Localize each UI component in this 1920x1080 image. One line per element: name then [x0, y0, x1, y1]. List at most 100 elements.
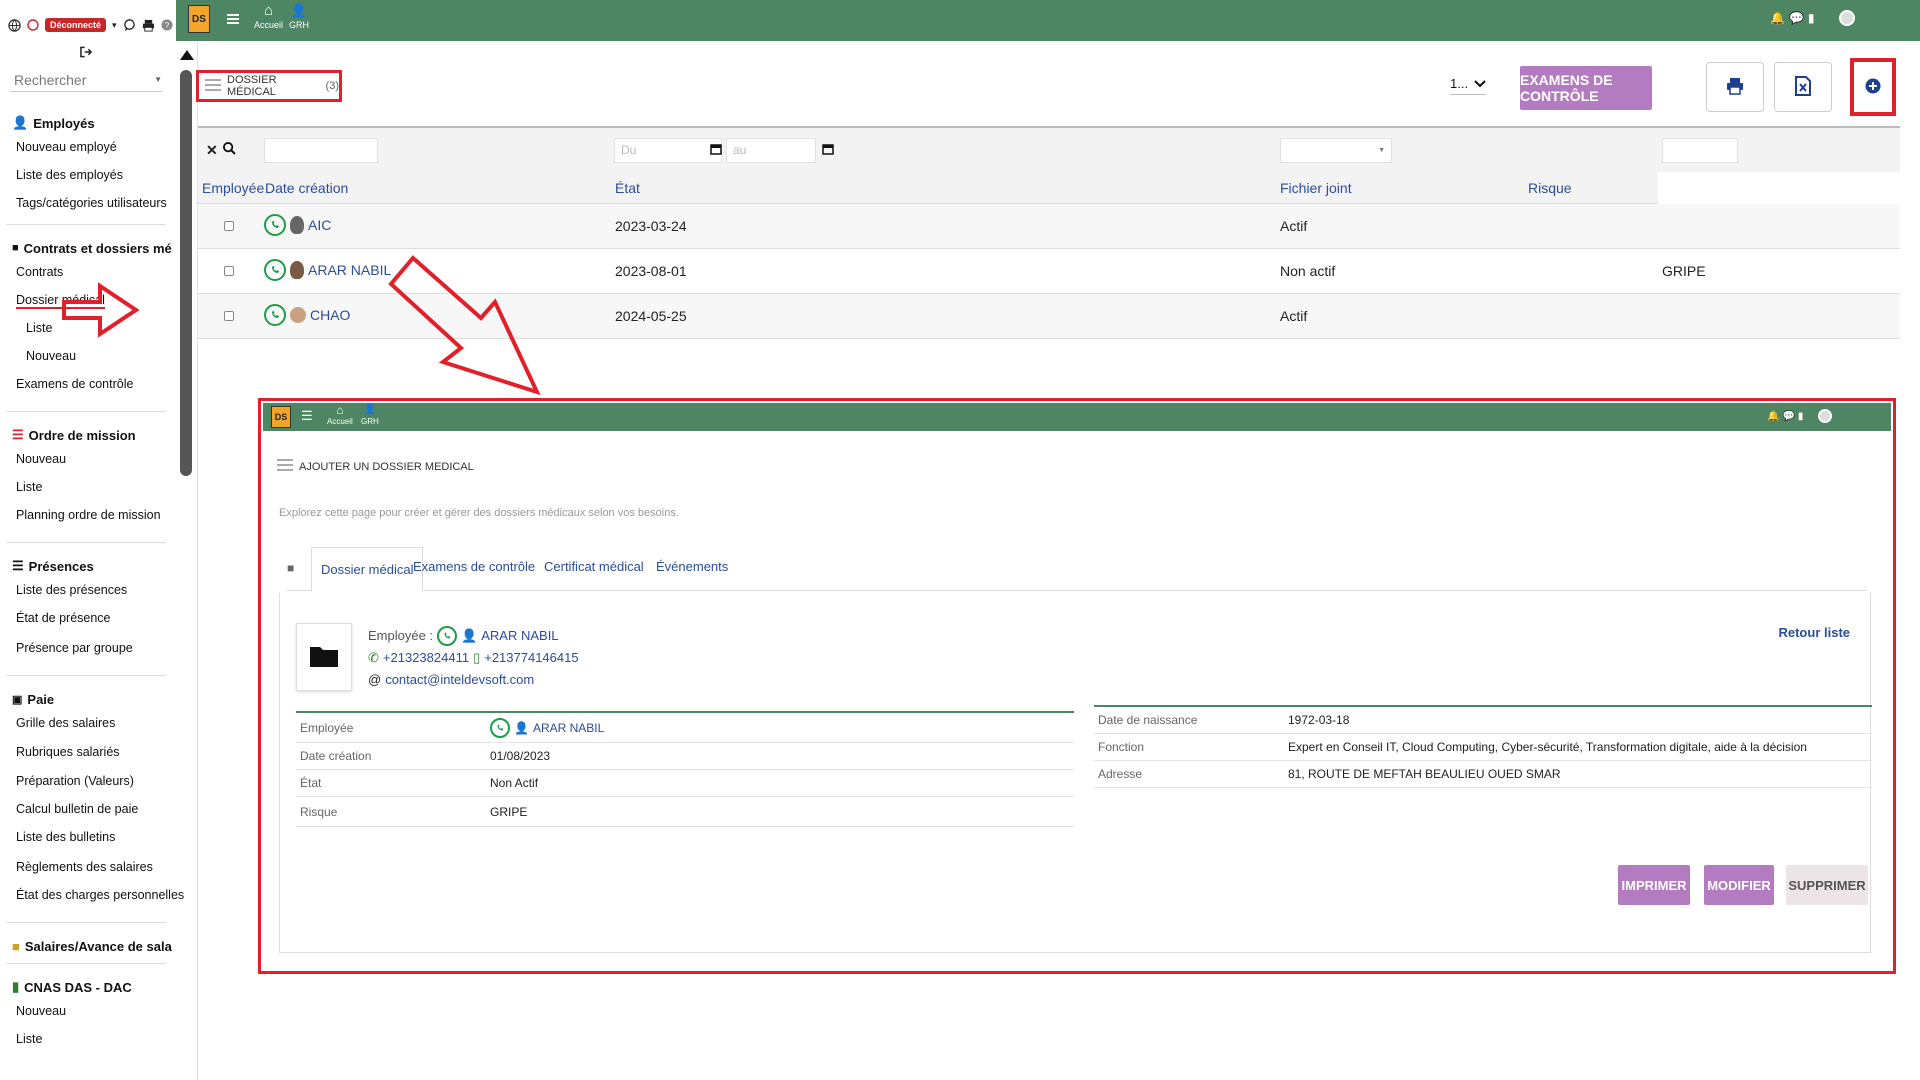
- nav-home: ⌂ Accueil: [327, 403, 353, 426]
- date-from-input[interactable]: Du: [614, 138, 722, 163]
- nav-home[interactable]: ⌂ Accueil: [254, 2, 283, 30]
- wallet-icon: ■: [12, 938, 20, 954]
- column-header[interactable]: Date création: [265, 180, 348, 196]
- back-to-list-link[interactable]: Retour liste: [1778, 625, 1850, 640]
- detail-key: Date de naissance: [1098, 713, 1198, 727]
- column-header[interactable]: Risque: [1528, 180, 1572, 196]
- calendar-icon[interactable]: [822, 143, 834, 158]
- chat-icon[interactable]: 💬: [1789, 11, 1804, 25]
- section-cnas[interactable]: ▮ CNAS DAS - DAC: [0, 970, 172, 1004]
- user-icon: 👤: [461, 628, 478, 643]
- sidebar-item-om-nouveau[interactable]: Nouveau: [0, 452, 172, 480]
- sidebar-item-etat-presence[interactable]: État de présence: [0, 611, 172, 641]
- add-record-button[interactable]: [1850, 58, 1896, 116]
- sidebar-item-om-planning[interactable]: Planning ordre de mission: [0, 508, 172, 542]
- export-excel-button[interactable]: [1774, 62, 1832, 112]
- clear-filter-icon[interactable]: ✕: [206, 142, 218, 159]
- detail-row: Fonction Expert en Conseil IT, Cloud Comp…: [1094, 734, 1872, 761]
- sidebar-item-calcul[interactable]: Calcul bulletin de paie: [0, 802, 172, 830]
- employee-filter-input[interactable]: [264, 138, 378, 163]
- search-input[interactable]: Rechercher ▼: [10, 68, 162, 92]
- tab-examens-controle[interactable]: Examens de contrôle: [413, 559, 535, 574]
- exams-button[interactable]: EXAMENS DE CONTRÔLE: [1520, 66, 1652, 110]
- search-icon[interactable]: [223, 142, 236, 155]
- app-logo[interactable]: DS: [188, 5, 210, 33]
- row-checkbox[interactable]: [224, 221, 234, 231]
- section-presences[interactable]: ☰ Présences: [0, 549, 172, 583]
- email-link[interactable]: contact@inteldevsoft.com: [385, 669, 534, 691]
- employee-info: Employée : 👤 ARAR NABIL ✆ +21323824411 ▯…: [368, 625, 579, 691]
- print-icon[interactable]: [142, 19, 155, 32]
- sidebar-item-cnas-liste[interactable]: Liste: [0, 1032, 172, 1060]
- sidebar-scrollbar[interactable]: [180, 70, 192, 476]
- etat-filter-select[interactable]: ▼: [1280, 138, 1392, 163]
- whatsapp-icon[interactable]: [27, 19, 39, 31]
- print-dossier-button[interactable]: IMPRIMER: [1618, 865, 1690, 905]
- sidebar-item-liste-employes[interactable]: Liste des employés: [0, 168, 172, 196]
- sidebar-item-liste-bulletins[interactable]: Liste des bulletins: [0, 830, 172, 860]
- column-header[interactable]: État: [615, 180, 640, 196]
- risque-filter-input[interactable]: [1662, 138, 1738, 163]
- detail-value[interactable]: ARAR NABIL: [533, 721, 604, 735]
- sidebar-item-cnas-nouveau[interactable]: Nouveau: [0, 1004, 172, 1032]
- phone-link[interactable]: +21323824411: [383, 647, 469, 669]
- section-paie[interactable]: ▣ Paie: [0, 682, 172, 716]
- sidebar-item-grille[interactable]: Grille des salaires: [0, 716, 172, 745]
- avatar[interactable]: [1838, 10, 1855, 26]
- employee-cell[interactable]: CHAO: [264, 304, 350, 326]
- row-checkbox[interactable]: [224, 311, 234, 321]
- edit-dossier-button[interactable]: MODIFIER: [1704, 865, 1774, 905]
- sidebar-item-examens[interactable]: Examens de contrôle: [0, 377, 172, 411]
- whatsapp-icon[interactable]: [264, 259, 286, 281]
- help-icon[interactable]: ?: [161, 19, 173, 31]
- home-icon: ⌂: [263, 2, 274, 19]
- sidebar-item-etat-charges[interactable]: État des charges personnelles: [0, 888, 184, 922]
- print-button[interactable]: [1706, 62, 1764, 112]
- globe-icon[interactable]: [8, 18, 21, 32]
- hamburger-menu-icon[interactable]: [226, 12, 240, 26]
- sidebar-item-presence-groupe[interactable]: Présence par groupe: [0, 641, 172, 675]
- tab-certificat-medical[interactable]: Certificat médical: [544, 559, 644, 574]
- sidebar-item-rubriques[interactable]: Rubriques salariés: [0, 745, 172, 774]
- sidebar-item-liste-presences[interactable]: Liste des présences: [0, 583, 172, 611]
- section-ordre[interactable]: ☰ Ordre de mission: [0, 418, 172, 452]
- date-to-input[interactable]: au: [726, 138, 816, 163]
- chat-icon[interactable]: [123, 18, 136, 32]
- status-badge[interactable]: Déconnecté: [45, 18, 107, 32]
- employee-name-link[interactable]: ARAR NABIL: [481, 625, 558, 647]
- employee-cell[interactable]: ARAR NABIL: [264, 259, 391, 281]
- employee-name: AIC: [308, 217, 332, 233]
- sidebar-item-reglements[interactable]: Règlements des salaires: [0, 860, 172, 888]
- delete-dossier-button[interactable]: SUPPRIMER: [1786, 865, 1868, 905]
- status-dropdown-icon[interactable]: ▾: [112, 20, 117, 31]
- bell-icon[interactable]: 🔔: [1770, 11, 1785, 25]
- table-row[interactable]: AIC 2023-03-24 Actif: [198, 204, 1900, 249]
- nav-grh[interactable]: 👤 GRH: [289, 2, 309, 30]
- etat-cell: Actif: [1280, 218, 1308, 234]
- section-contrats[interactable]: ■ Contrats et dossiers mé...: [0, 231, 172, 265]
- mobile-link[interactable]: +213774146415: [484, 647, 578, 669]
- column-header[interactable]: Fichier joint: [1280, 180, 1352, 196]
- sidebar-item-nouveau-employe[interactable]: Nouveau employé: [0, 140, 172, 168]
- scroll-up-arrow-icon[interactable]: [180, 50, 194, 60]
- logout-icon[interactable]: [80, 46, 93, 58]
- whatsapp-icon[interactable]: [264, 214, 286, 236]
- whatsapp-icon[interactable]: [264, 304, 286, 326]
- tab-dossier-medical[interactable]: Dossier médical: [311, 547, 424, 592]
- calendar-icon[interactable]: [710, 143, 722, 158]
- section-salaires[interactable]: ■ Salaires/Avance de salaire: [0, 929, 172, 963]
- page-title-text: DOSSIER MÉDICAL: [227, 74, 277, 98]
- sidebar-item-dm-nouveau[interactable]: Nouveau: [0, 349, 172, 377]
- row-checkbox[interactable]: [224, 266, 234, 276]
- employee-cell[interactable]: AIC: [264, 214, 331, 236]
- sidebar-item-om-liste[interactable]: Liste: [0, 480, 172, 508]
- tab-evenements[interactable]: Événements: [656, 559, 728, 574]
- section-employes[interactable]: 👤 Employés: [0, 106, 172, 140]
- items-per-page-select[interactable]: 1...: [1450, 76, 1487, 95]
- sidebar-item-preparation[interactable]: Préparation (Valeurs): [0, 774, 172, 802]
- whatsapp-icon[interactable]: [437, 626, 458, 646]
- whatsapp-icon[interactable]: [490, 717, 510, 738]
- sidebar-item-tags[interactable]: Tags/catégories utilisateurs: [0, 196, 172, 224]
- clipboard-icon[interactable]: ▮: [1808, 11, 1815, 25]
- column-header[interactable]: Employée: [202, 180, 264, 196]
